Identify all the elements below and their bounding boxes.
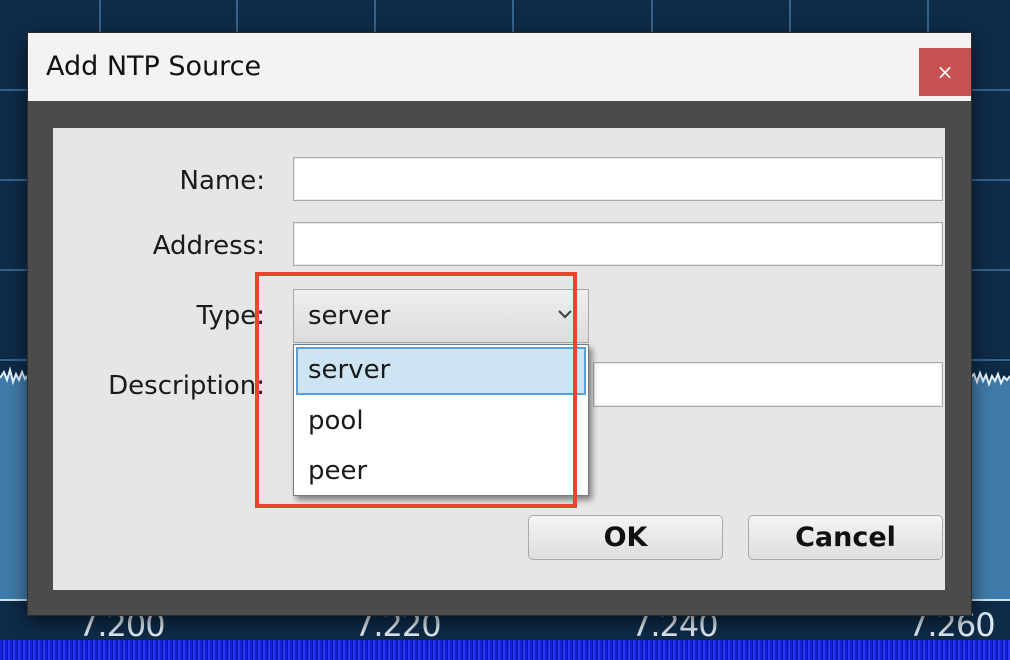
- cancel-button[interactable]: Cancel: [748, 515, 943, 560]
- type-dropdown-list: server pool peer: [293, 344, 589, 496]
- type-select-value: server: [308, 301, 391, 331]
- chevron-down-icon: [558, 310, 572, 319]
- type-select[interactable]: server: [293, 289, 589, 343]
- address-field[interactable]: [293, 222, 943, 266]
- ok-button[interactable]: OK: [528, 515, 723, 560]
- name-field[interactable]: [293, 157, 943, 201]
- description-field[interactable]: [593, 362, 943, 407]
- add-ntp-source-dialog: Add NTP Source × Name: Address: Type: se…: [28, 33, 971, 615]
- dialog-content: Name: Address: Type: server Description:…: [53, 128, 945, 590]
- name-label: Name:: [179, 166, 265, 196]
- close-button[interactable]: ×: [919, 48, 971, 96]
- type-label: Type:: [196, 301, 265, 331]
- description-label: Description:: [108, 371, 265, 401]
- close-icon: ×: [936, 60, 954, 84]
- type-option-pool[interactable]: pool: [296, 398, 586, 446]
- type-option-server[interactable]: server: [296, 347, 586, 395]
- type-option-peer[interactable]: peer: [296, 448, 586, 496]
- address-label: Address:: [152, 231, 265, 261]
- waterfall-strip: [0, 640, 1010, 660]
- dialog-titlebar[interactable]: Add NTP Source: [28, 33, 971, 101]
- dialog-title: Add NTP Source: [46, 51, 262, 82]
